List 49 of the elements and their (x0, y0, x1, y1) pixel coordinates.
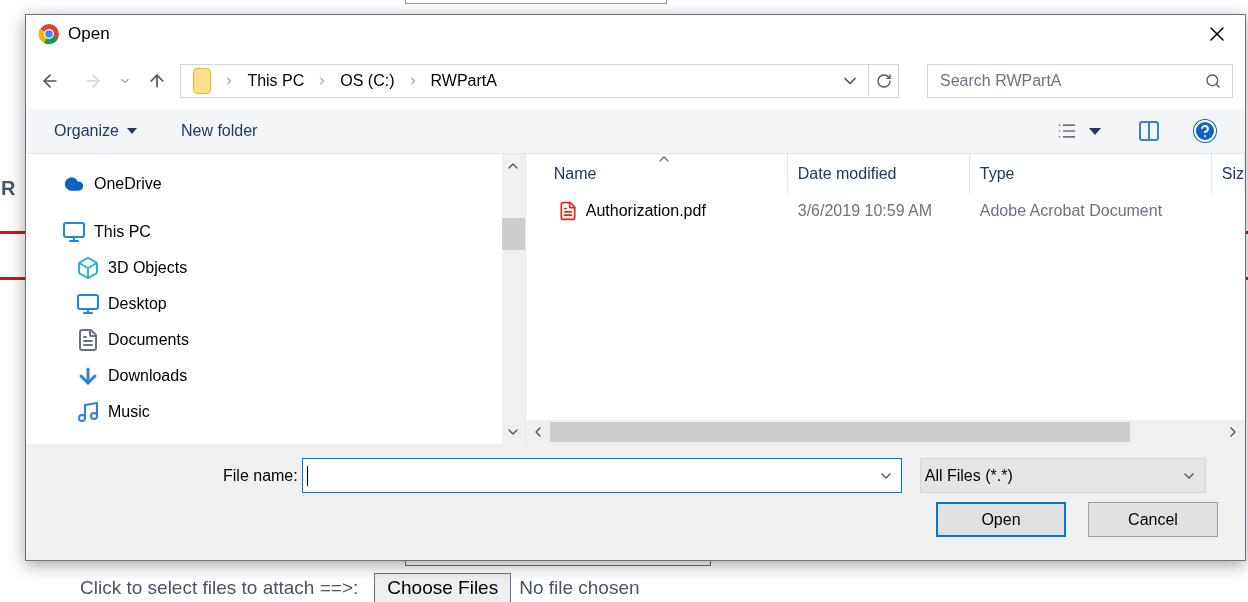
pane-icon (1137, 119, 1161, 143)
list-view-icon (1057, 121, 1077, 141)
view-options-button[interactable] (1057, 121, 1101, 141)
file-name-label: File name: (223, 465, 298, 486)
nav-item[interactable]: Music (108, 400, 150, 424)
document-icon (76, 328, 100, 352)
caret-icon (126, 128, 137, 134)
folder-icon (193, 68, 212, 94)
attach-label: Click to select files to attach ==>: (80, 575, 359, 600)
browser-logo-icon (38, 23, 60, 45)
file-date: 3/6/2019 10:59 AM (796, 201, 934, 221)
breadcrumb-item[interactable]: This PC (247, 69, 305, 93)
horizontal-scrollbar[interactable] (525, 420, 1245, 444)
scroll-thumb[interactable] (501, 218, 525, 250)
scroll-thumb[interactable] (549, 422, 1130, 442)
dialog-button[interactable]: Cancel (1088, 502, 1218, 537)
choose-files-button[interactable]: Choose Files (374, 573, 512, 602)
breadcrumb-item[interactable]: OS (C:) (340, 69, 395, 93)
cloud-icon (62, 174, 86, 194)
toolbar-button[interactable]: Organize (54, 119, 137, 143)
file-name: Authorization.pdf (585, 201, 706, 221)
file-name-field[interactable] (301, 458, 902, 493)
cube-icon (76, 256, 100, 280)
search-field[interactable]: Search RWPartA (927, 64, 1233, 98)
file-type: Adobe Acrobat Document (978, 201, 1163, 221)
monitor-icon (62, 220, 86, 244)
scrollbar[interactable] (501, 154, 525, 444)
breadcrumb-item[interactable]: RWPartA (430, 69, 497, 93)
help-icon (1193, 119, 1217, 143)
nav-item[interactable]: 3D Objects (108, 256, 188, 280)
refresh-icon (875, 73, 892, 89)
toolbar-button[interactable]: New folder (180, 119, 258, 143)
nav-item[interactable]: Downloads (108, 364, 188, 388)
file-type-dropdown[interactable]: All Files (*.*) (919, 458, 1206, 493)
window-title: Open (68, 23, 110, 46)
monitor-icon (76, 292, 100, 316)
dialog-button[interactable]: Open (936, 502, 1066, 537)
file-status: No file chosen (519, 575, 640, 600)
nav-item[interactable]: Desktop (108, 292, 167, 316)
search-icon (1205, 73, 1221, 89)
nav-item[interactable]: Documents (108, 328, 189, 352)
help-button[interactable] (1193, 119, 1217, 143)
heading-fragment: R (1, 176, 16, 201)
nav-item[interactable]: OneDrive (94, 172, 162, 196)
caret-icon (1089, 127, 1101, 135)
nav-item[interactable]: This PC (94, 220, 151, 244)
music-icon (76, 400, 100, 424)
address-bar[interactable]: This PC OS (C:) RWPartA (180, 64, 899, 98)
preview-pane-button[interactable] (1137, 119, 1161, 143)
